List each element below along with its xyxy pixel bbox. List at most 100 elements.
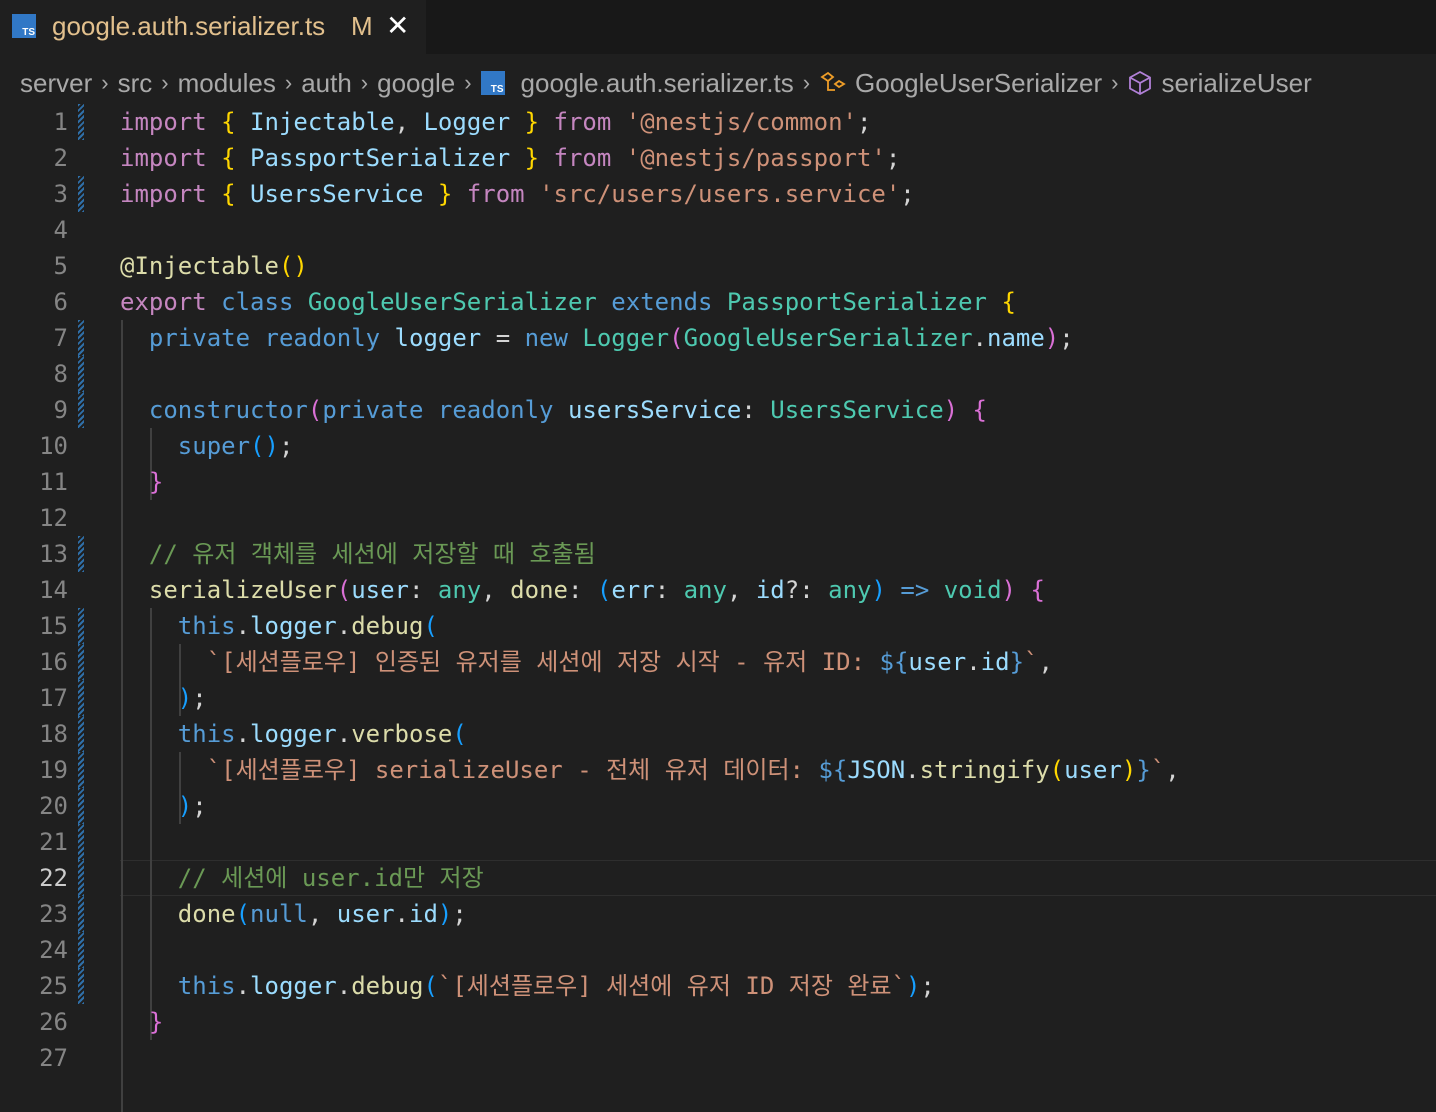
- code-token: }: [148, 468, 164, 496]
- code-line[interactable]: 16 `[세션플로우] 인증된 유저를 세션에 저장 시작 - 유저 ID: $…: [0, 644, 1436, 680]
- code-token: logger: [394, 324, 482, 352]
- code-text: // 세션에 user.id만 저장: [120, 860, 484, 896]
- code-token: any: [683, 576, 727, 604]
- code-text: import { UsersService } from 'src/users/…: [120, 176, 915, 212]
- breadcrumb-modules[interactable]: modules: [178, 68, 276, 99]
- breadcrumb-google[interactable]: google: [377, 68, 455, 99]
- code-editor[interactable]: 1 import { Injectable, Logger } from '@ne…: [0, 104, 1436, 1112]
- code-line[interactable]: 15 this.logger.debug(: [0, 608, 1436, 644]
- typescript-file-icon: TS: [480, 71, 505, 95]
- code-token: (: [423, 612, 438, 640]
- close-icon[interactable]: ✕: [386, 11, 409, 41]
- code-line[interactable]: 22 // 세션에 user.id만 저장: [0, 860, 1436, 896]
- code-line[interactable]: 12: [0, 500, 1436, 536]
- code-line[interactable]: 9 constructor(private readonly usersServ…: [0, 392, 1436, 428]
- modified-line-gutter-marker[interactable]: [78, 356, 84, 392]
- code-line[interactable]: 20 );: [0, 788, 1436, 824]
- editor-tab[interactable]: TS google.auth.serializer.ts M ✕: [0, 0, 426, 54]
- line-number: 14: [39, 576, 68, 604]
- code-line[interactable]: 11 }: [0, 464, 1436, 500]
- code-line[interactable]: 4: [0, 212, 1436, 248]
- modified-line-gutter-marker[interactable]: [78, 536, 84, 572]
- code-token: }: [524, 144, 540, 172]
- code-line[interactable]: 23 done(null, user.id);: [0, 896, 1436, 932]
- code-token: UsersService: [770, 396, 944, 424]
- chevron-right-icon: ›: [360, 70, 369, 95]
- modified-line-gutter-marker[interactable]: [78, 608, 84, 644]
- breadcrumb-file[interactable]: google.auth.serializer.ts: [521, 68, 794, 99]
- breadcrumb-auth[interactable]: auth: [301, 68, 352, 99]
- modified-line-gutter-marker[interactable]: [78, 392, 84, 428]
- code-token: name: [987, 324, 1045, 352]
- code-line[interactable]: 1 import { Injectable, Logger } from '@ne…: [0, 104, 1436, 140]
- code-line[interactable]: 2 import { PassportSerializer } from '@ne…: [0, 140, 1436, 176]
- line-number: 9: [53, 396, 68, 424]
- code-line[interactable]: 27: [0, 1040, 1436, 1076]
- modified-line-gutter-marker[interactable]: [78, 104, 84, 140]
- code-text: `[세션플로우] 인증된 유저를 세션에 저장 시작 - 유저 ID: ${us…: [120, 644, 1053, 680]
- code-line[interactable]: 5 @Injectable(): [0, 248, 1436, 284]
- breadcrumb-server[interactable]: server: [20, 68, 92, 99]
- code-token: {: [221, 180, 236, 208]
- line-number: 19: [39, 756, 68, 784]
- code-line[interactable]: 24: [0, 932, 1436, 968]
- modified-line-gutter-marker[interactable]: [78, 176, 84, 212]
- code-text: super();: [120, 428, 294, 464]
- code-line[interactable]: 19 `[세션플로우] serializeUser - 전체 유저 데이터: $…: [0, 752, 1436, 788]
- breadcrumb-class[interactable]: GoogleUserSerializer: [855, 68, 1102, 99]
- code-token: Injectable: [235, 108, 395, 136]
- modified-line-gutter-marker[interactable]: [78, 644, 84, 680]
- code-line[interactable]: 7 private readonly logger = new Logger(G…: [0, 320, 1436, 356]
- code-line[interactable]: 10 super();: [0, 428, 1436, 464]
- code-text: export class GoogleUserSerializer extend…: [120, 284, 1016, 320]
- code-token: readonly: [437, 396, 568, 424]
- code-line[interactable]: 25 this.logger.debug(`[세션플로우] 세션에 유저 ID …: [0, 968, 1436, 1004]
- code-token: (: [452, 720, 467, 748]
- code-text: done(null, user.id);: [120, 896, 467, 932]
- tab-title[interactable]: google.auth.serializer.ts: [52, 11, 325, 42]
- breadcrumb: server › src › modules › auth › google ›…: [20, 65, 1312, 101]
- code-token: any: [437, 576, 482, 604]
- line-number: 25: [39, 972, 68, 1000]
- modified-line-gutter-marker[interactable]: [78, 968, 84, 1004]
- line-number: 3: [53, 180, 68, 208]
- code-line[interactable]: 6 export class GoogleUserSerializer exten…: [0, 284, 1436, 320]
- code-line[interactable]: 26 }: [0, 1004, 1436, 1040]
- breadcrumb-method[interactable]: serializeUser: [1161, 68, 1311, 99]
- code-line[interactable]: 13 // 유저 객체를 세션에 저장할 때 호출됨: [0, 536, 1436, 572]
- code-token: ,: [1038, 648, 1053, 676]
- modified-line-gutter-marker[interactable]: [78, 680, 84, 716]
- line-number: 22: [39, 864, 68, 892]
- modified-line-gutter-marker[interactable]: [78, 716, 84, 752]
- modified-line-gutter-marker[interactable]: [78, 320, 84, 356]
- modified-line-gutter-marker[interactable]: [78, 860, 84, 896]
- modified-line-gutter-marker[interactable]: [78, 932, 84, 968]
- code-line[interactable]: 21: [0, 824, 1436, 860]
- modified-line-gutter-marker[interactable]: [78, 788, 84, 824]
- code-text: // 유저 객체를 세션에 저장할 때 호출됨: [120, 536, 596, 572]
- code-text: }: [120, 464, 163, 500]
- code-token: ,: [726, 576, 756, 604]
- code-token: export: [120, 288, 222, 316]
- code-line[interactable]: 17 );: [0, 680, 1436, 716]
- code-token: logger: [250, 612, 337, 640]
- code-line[interactable]: 14 serializeUser(user: any, done: (err: …: [0, 572, 1436, 608]
- code-token: ): [1044, 324, 1060, 352]
- code-line[interactable]: 8: [0, 356, 1436, 392]
- breadcrumb-src[interactable]: src: [118, 68, 153, 99]
- code-line[interactable]: 3 import { UsersService } from 'src/users…: [0, 176, 1436, 212]
- code-text: );: [120, 680, 207, 716]
- modified-line-gutter-marker[interactable]: [78, 896, 84, 932]
- code-text: this.logger.debug(: [120, 608, 438, 644]
- code-token: this: [177, 972, 236, 1000]
- code-line[interactable]: 18 this.logger.verbose(: [0, 716, 1436, 752]
- modified-line-gutter-marker[interactable]: [78, 824, 84, 860]
- modified-line-gutter-marker[interactable]: [78, 752, 84, 788]
